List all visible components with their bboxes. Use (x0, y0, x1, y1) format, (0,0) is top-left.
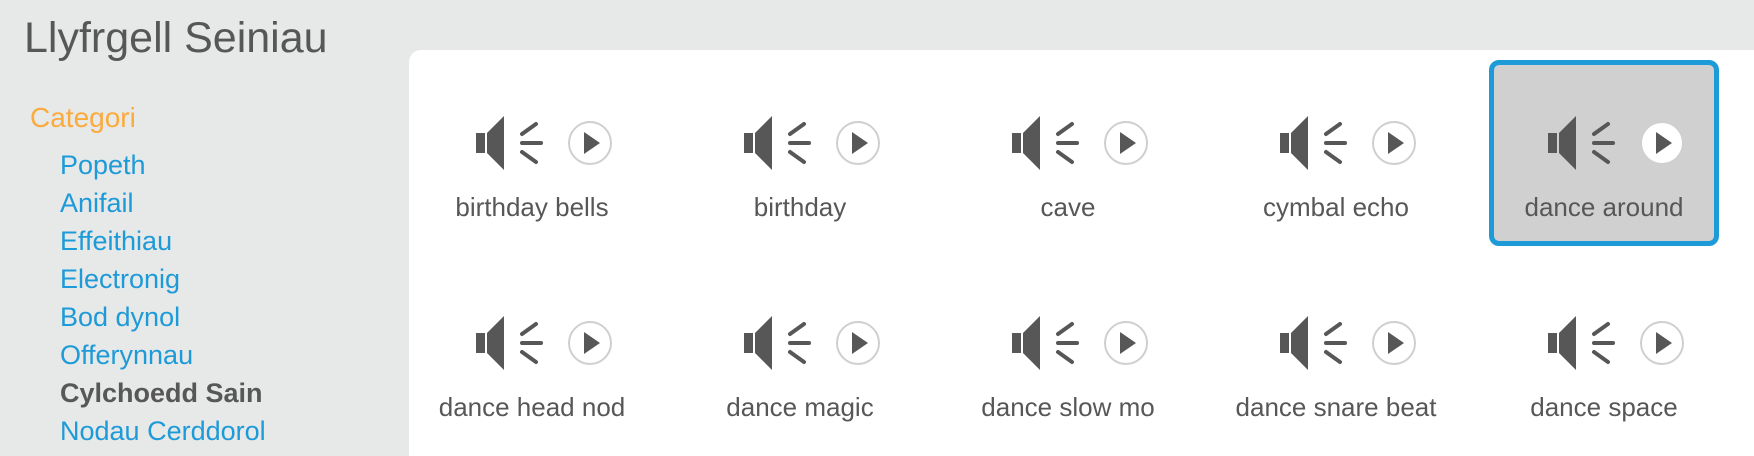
play-icon[interactable] (567, 320, 613, 366)
sound-item[interactable]: dance slow mo (953, 260, 1183, 446)
play-icon[interactable] (835, 120, 881, 166)
speaker-icon (744, 116, 811, 170)
sound-item[interactable]: dance head nod (417, 260, 647, 446)
play-icon[interactable] (1371, 120, 1417, 166)
speaker-icon (1548, 116, 1615, 170)
sound-label: birthday bells (455, 192, 609, 222)
speaker-icon (744, 316, 811, 370)
category-item-offerynnau[interactable]: Offerynnau (60, 336, 266, 374)
sound-item[interactable]: cave (953, 60, 1183, 246)
sound-grid-panel: birthday bells birthday cave cymbal echo… (409, 50, 1754, 456)
sound-item[interactable]: dance space (1489, 260, 1719, 446)
speaker-icon (476, 116, 543, 170)
category-item-cylchoedd-sain[interactable]: Cylchoedd Sain (60, 374, 266, 412)
speaker-icon (1012, 116, 1079, 170)
sound-item[interactable]: cymbal echo (1221, 60, 1451, 246)
category-item-anifail[interactable]: Anifail (60, 184, 266, 222)
speaker-icon (1280, 316, 1347, 370)
sound-item[interactable]: birthday (685, 60, 915, 246)
sound-label: dance slow mo (981, 392, 1155, 422)
page-title: Llyfrgell Seiniau (24, 14, 328, 62)
speaker-icon (1280, 116, 1347, 170)
category-item-electronig[interactable]: Electronig (60, 260, 266, 298)
speaker-icon (1548, 316, 1615, 370)
sound-item[interactable]: birthday bells (417, 60, 647, 246)
sound-label: dance around (1524, 192, 1684, 222)
sound-label: birthday (753, 192, 847, 222)
sound-item[interactable]: dance around (1489, 60, 1719, 246)
play-icon[interactable] (1639, 320, 1685, 366)
sound-label: cymbal echo (1263, 192, 1409, 222)
sound-item[interactable]: dance snare beat (1221, 260, 1451, 446)
play-icon[interactable] (1103, 120, 1149, 166)
sound-label: cave (1040, 192, 1096, 222)
sound-label: dance space (1530, 392, 1678, 422)
category-list: Popeth Anifail Effeithiau Electronig Bod… (60, 146, 266, 450)
play-icon[interactable] (835, 320, 881, 366)
category-item-effeithiau[interactable]: Effeithiau (60, 222, 266, 260)
sound-item[interactable]: dance magic (685, 260, 915, 446)
speaker-icon (476, 316, 543, 370)
category-item-popeth[interactable]: Popeth (60, 146, 266, 184)
category-item-nodau-cerddorol[interactable]: Nodau Cerddorol (60, 412, 266, 450)
play-icon[interactable] (1103, 320, 1149, 366)
sound-label: dance head nod (438, 392, 626, 422)
category-item-bod-dynol[interactable]: Bod dynol (60, 298, 266, 336)
sound-label: dance snare beat (1235, 392, 1437, 422)
play-icon[interactable] (567, 120, 613, 166)
category-heading: Categori (30, 102, 136, 133)
speaker-icon (1012, 316, 1079, 370)
play-icon[interactable] (1371, 320, 1417, 366)
sound-label: dance magic (726, 392, 874, 422)
play-icon[interactable] (1639, 120, 1685, 166)
